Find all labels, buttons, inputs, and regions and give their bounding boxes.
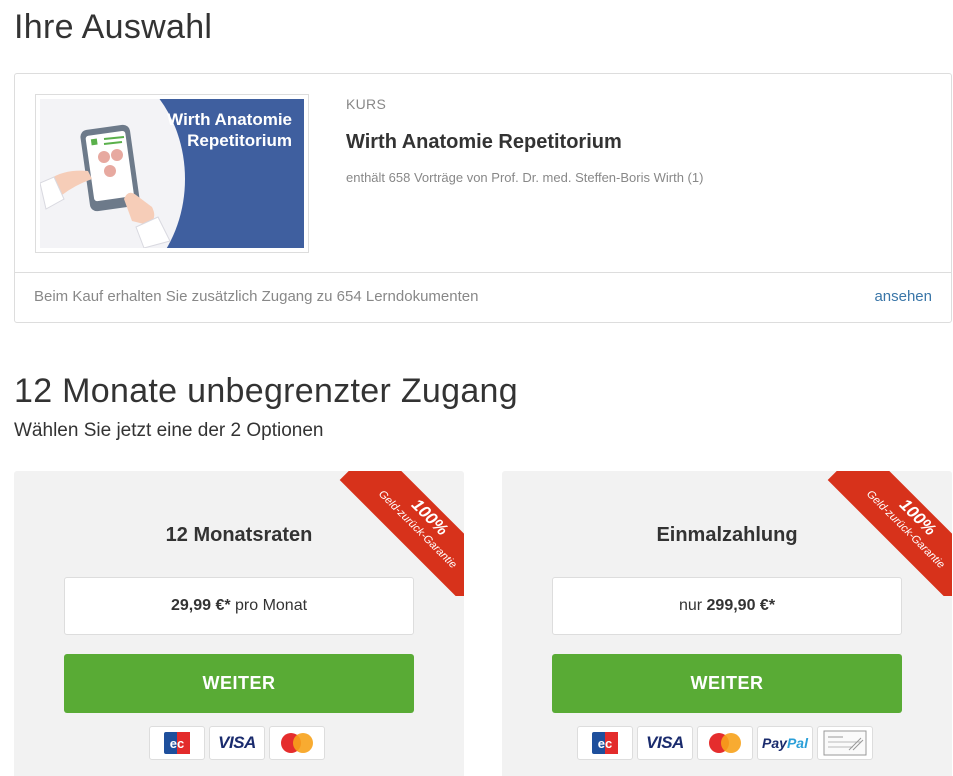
option-title: 12 Monatsraten	[165, 524, 313, 546]
access-heading: 12 Monate unbegrenzter Zugang	[14, 372, 518, 410]
course-thumbnail[interactable]: Wirth Anatomie Repetitorium	[35, 94, 309, 253]
continue-button[interactable]: WEITER	[552, 654, 902, 713]
documents-info: Beim Kauf erhalten Sie zusätzlich Zugang…	[34, 288, 479, 305]
price-value: 29,99 €*	[170, 597, 231, 614]
selection-heading: Ihre Auswahl	[14, 8, 213, 46]
selected-course-card: Wirth Anatomie Repetitorium KURS Wirth A…	[14, 73, 952, 323]
price-suffix: pro Monat	[230, 597, 308, 614]
thumbnail-title: Wirth Anatomie Repetitorium	[167, 110, 292, 150]
mastercard-icon	[697, 726, 753, 760]
price-value: 299,90 €*	[706, 597, 776, 614]
svg-text:ec: ec	[598, 736, 612, 751]
course-type-label: KURS	[346, 96, 387, 112]
payment-methods: ec VISA PayPal	[577, 726, 873, 760]
continue-button[interactable]: WEITER	[64, 654, 414, 713]
option-card-installments: 100% Geld-zurück-Garantie 12 Monatsraten…	[14, 471, 464, 776]
ec-icon: ec	[149, 726, 205, 760]
price-box: nur 299,90 €*	[552, 577, 902, 635]
visa-icon: VISA	[209, 726, 265, 760]
ec-icon: ec	[577, 726, 633, 760]
option-title: Einmalzahlung	[656, 524, 798, 546]
selection-footer: Beim Kauf erhalten Sie zusätzlich Zugang…	[15, 272, 951, 322]
access-subheading: Wählen Sie jetzt eine der 2 Optionen	[14, 420, 324, 441]
option-card-single-payment: 100% Geld-zurück-Garantie Einmalzahlung …	[502, 471, 952, 776]
payment-methods: ec VISA	[149, 726, 325, 760]
price-prefix: nur	[678, 597, 707, 614]
price-box: 29,99 €* pro Monat	[64, 577, 414, 635]
invoice-icon	[817, 726, 873, 760]
mastercard-icon	[269, 726, 325, 760]
visa-icon: VISA	[637, 726, 693, 760]
course-subtitle: enthält 658 Vorträge von Prof. Dr. med. …	[346, 170, 704, 185]
view-documents-link[interactable]: ansehen	[874, 288, 932, 305]
svg-text:ec: ec	[170, 736, 184, 751]
paypal-icon: PayPal	[757, 726, 813, 760]
course-title[interactable]: Wirth Anatomie Repetitorium	[346, 131, 622, 154]
